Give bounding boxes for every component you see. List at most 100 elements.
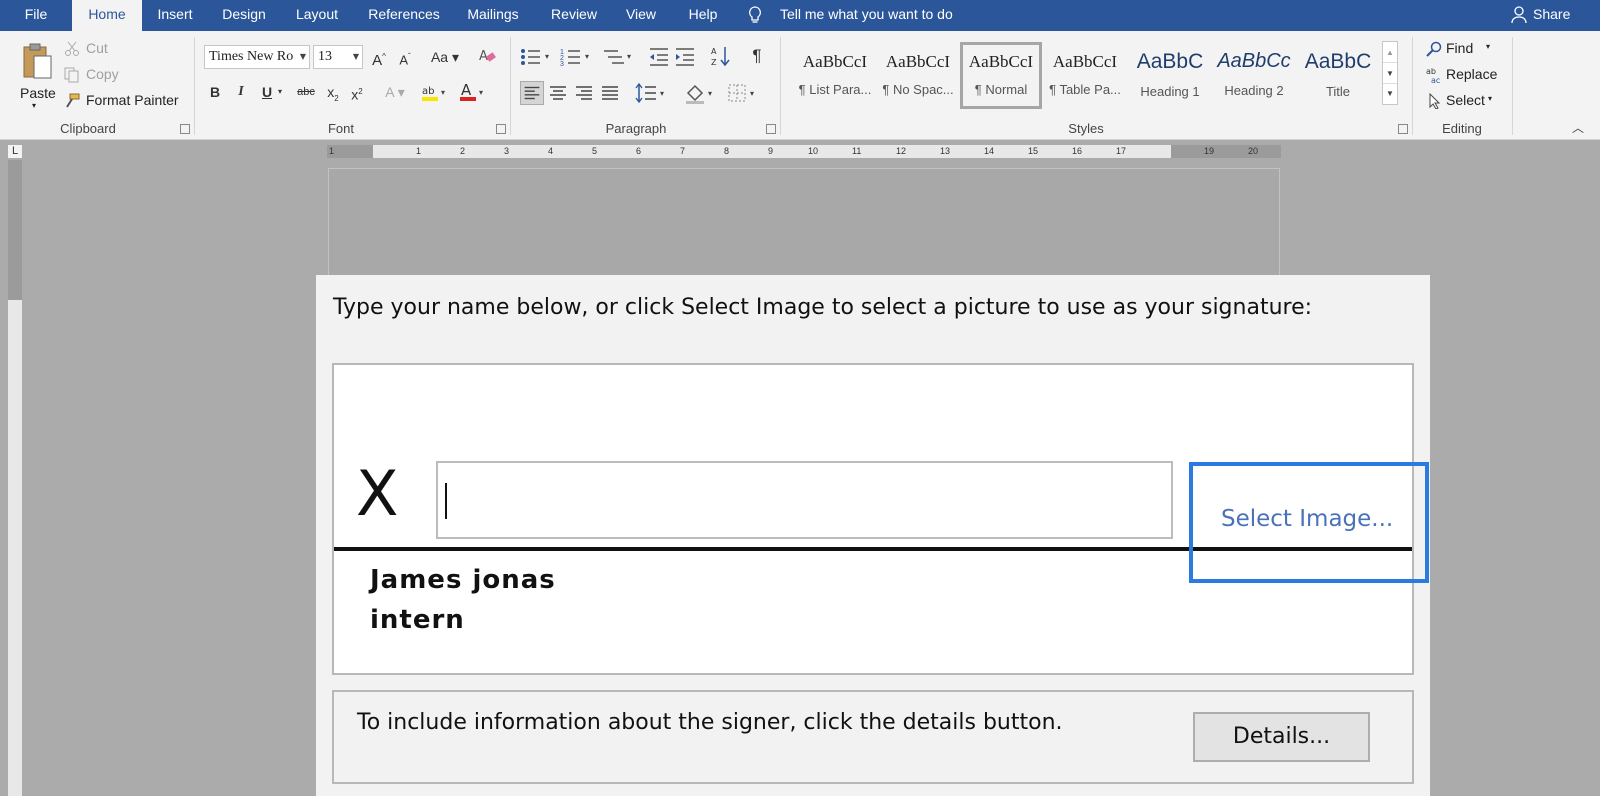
grow-font-button[interactable]: A^	[368, 46, 390, 69]
tab-home[interactable]: Home	[72, 0, 142, 31]
font-family-combo[interactable]: Times New Ro ▼	[204, 45, 310, 69]
tab-selector[interactable]: L	[8, 145, 22, 158]
tab-design[interactable]: Design	[214, 0, 274, 31]
replace-label: Replace	[1446, 66, 1498, 82]
style-no-spacing[interactable]: AaBbCcI ¶ No Spac...	[877, 42, 959, 109]
chevron-down-icon[interactable]: ▾	[274, 81, 286, 103]
italic-button[interactable]: I	[230, 81, 252, 103]
style-list-paragraph[interactable]: AaBbCcI ¶ List Para...	[794, 42, 876, 109]
paragraph-dialog-launcher[interactable]	[766, 124, 776, 134]
tab-view[interactable]: View	[620, 0, 662, 31]
ruler-tick: 20	[1248, 146, 1259, 156]
ribbon-home: Paste ▾ Cut Copy Format Painter Clipboar…	[0, 31, 1600, 140]
decrease-indent-icon[interactable]	[648, 47, 670, 67]
signature-dialog: Type your name below, or click Select Im…	[316, 275, 1430, 796]
align-left-icon[interactable]	[520, 81, 544, 105]
style-sample: AaBbCcI	[802, 52, 868, 71]
ruler-tick: 13	[940, 146, 951, 156]
clear-formatting-button[interactable]: A	[476, 46, 498, 68]
shrink-font-button[interactable]: Aˇ	[394, 46, 416, 68]
style-name: Title	[1325, 84, 1351, 99]
paste-button[interactable]: Paste ▾	[14, 37, 58, 113]
style-sample: AaBbCc	[1217, 50, 1291, 72]
bullets-icon[interactable]: ▾	[520, 47, 556, 67]
signer-title: intern	[370, 605, 465, 635]
style-table-paragraph[interactable]: AaBbCcI ¶ Table Pa...	[1044, 42, 1126, 109]
text-caret	[445, 483, 447, 519]
tab-help[interactable]: Help	[684, 0, 722, 31]
justify-icon[interactable]	[598, 81, 622, 105]
cut-button[interactable]: Cut	[64, 39, 124, 59]
superscript-button[interactable]: x2	[346, 81, 368, 103]
svg-text:▾: ▾	[708, 89, 712, 98]
shading-icon[interactable]: ▾	[684, 81, 720, 105]
signature-name-input[interactable]	[436, 461, 1173, 539]
divider	[194, 37, 195, 135]
lightbulb-icon	[749, 6, 761, 23]
increase-indent-icon[interactable]	[674, 47, 696, 67]
line-spacing-icon[interactable]: ▾	[634, 81, 670, 105]
select-button[interactable]: Select ▾	[1426, 91, 1496, 111]
tab-layout[interactable]: Layout	[288, 0, 346, 31]
share-label: Share	[1533, 6, 1571, 22]
bold-button[interactable]: B	[204, 81, 226, 103]
vertical-ruler[interactable]	[8, 160, 22, 796]
style-normal[interactable]: AaBbCcI ¶ Normal	[960, 42, 1042, 109]
borders-icon[interactable]: ▾	[726, 81, 762, 105]
ruler-tick: 17	[1116, 146, 1127, 156]
subscript-button[interactable]: x2	[322, 81, 344, 103]
format-painter-button[interactable]: Format Painter	[64, 91, 182, 111]
ruler-tick: 10	[808, 146, 819, 156]
style-heading-2[interactable]: AaBbCc Heading 2	[1213, 42, 1295, 109]
pilcrow-icon[interactable]: ¶	[746, 45, 768, 67]
sort-icon[interactable]: AZ	[710, 45, 732, 67]
styles-dialog-launcher[interactable]	[1398, 124, 1408, 134]
tab-insert[interactable]: Insert	[150, 0, 200, 31]
highlight-color-button[interactable]: ab ▾	[420, 81, 450, 103]
tab-mailings[interactable]: Mailings	[460, 0, 526, 31]
find-button[interactable]: Find ▾	[1426, 39, 1496, 59]
style-name: ¶ List Para...	[798, 82, 872, 97]
tab-review[interactable]: Review	[546, 0, 602, 31]
search-icon	[1426, 41, 1442, 57]
details-button[interactable]: Details...	[1193, 712, 1370, 762]
text-effects-button[interactable]: A ▾	[384, 81, 406, 103]
ruler-tick: 16	[1072, 146, 1083, 156]
svg-text:▾: ▾	[479, 88, 483, 97]
ruler-tick: 11	[852, 146, 862, 156]
style-sample: AaBbC	[1136, 50, 1204, 73]
align-center-icon[interactable]	[546, 81, 570, 105]
multilevel-list-icon[interactable]: ▾	[602, 47, 638, 67]
font-group-label: Font	[327, 121, 354, 136]
clipboard-dialog-launcher[interactable]	[180, 124, 190, 134]
font-color-button[interactable]: A ▾	[458, 81, 488, 103]
svg-text:▾: ▾	[545, 52, 549, 61]
tab-references[interactable]: References	[362, 0, 446, 31]
chevron-up-icon[interactable]: ▲	[1383, 42, 1397, 63]
strikethrough-button[interactable]: abc	[292, 81, 320, 103]
ruler-tick: 8	[724, 146, 730, 156]
copy-button[interactable]: Copy	[64, 65, 124, 85]
chevron-down-icon[interactable]: ▼	[1383, 63, 1397, 84]
align-right-icon[interactable]	[572, 81, 596, 105]
change-case-button[interactable]: Aa ▾	[428, 46, 462, 68]
style-title[interactable]: AaBbC Title	[1297, 42, 1379, 109]
replace-button[interactable]: ab ac Replace	[1426, 65, 1506, 85]
select-image-link[interactable]: Select Image...	[1189, 462, 1429, 583]
chevron-down-icon: ▾	[32, 101, 37, 110]
font-dialog-launcher[interactable]	[496, 124, 506, 134]
svg-text:▾: ▾	[660, 89, 664, 98]
styles-scroll[interactable]: ▲ ▼ ▼	[1382, 41, 1398, 105]
signer-name: James jonas	[370, 565, 556, 595]
style-sample: AaBbCcI	[885, 52, 951, 71]
numbering-icon[interactable]: 123▾	[560, 47, 596, 67]
tab-file[interactable]: File	[10, 0, 62, 31]
font-color-icon: A ▾	[460, 81, 483, 101]
horizontal-ruler[interactable]: 1 1 2 3 4 5 6 7 8 9 10 11 12 13 14 15 16…	[327, 145, 1281, 158]
more-styles-icon[interactable]: ▼	[1383, 84, 1397, 104]
collapse-ribbon-icon[interactable]: ︿	[1572, 119, 1584, 136]
font-size-combo[interactable]: 13 ▼	[313, 45, 363, 69]
style-heading-1[interactable]: AaBbC Heading 1	[1129, 42, 1211, 109]
divider	[1412, 37, 1413, 135]
chevron-down-icon: ▼	[299, 52, 306, 61]
